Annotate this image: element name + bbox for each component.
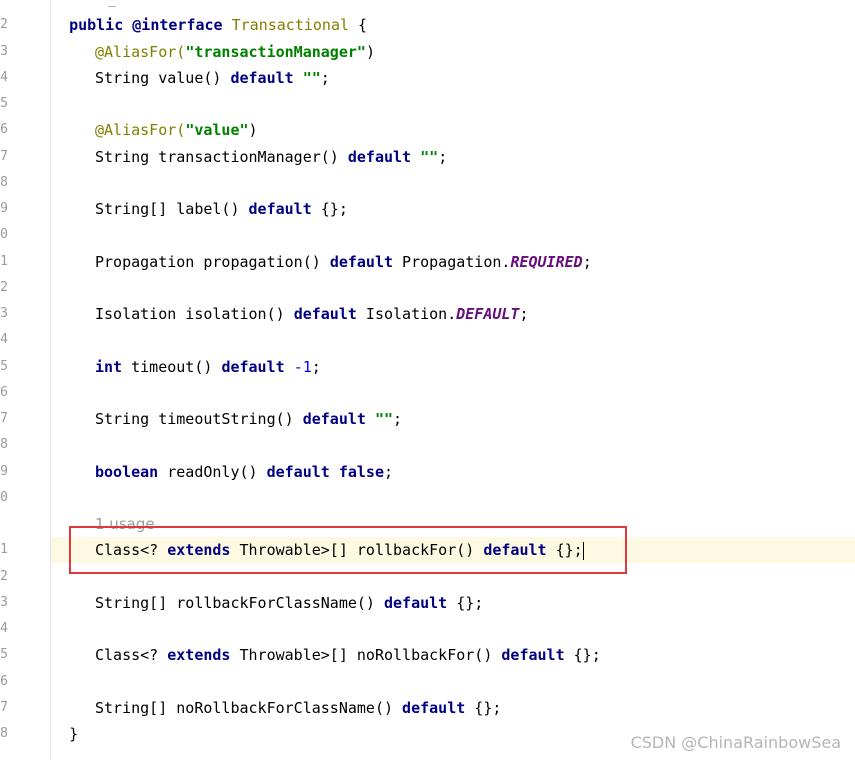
- code-line[interactable]: Class<? extends Throwable>[] noRollbackF…: [51, 642, 855, 668]
- code-line[interactable]: Propagation propagation() default Propag…: [51, 249, 855, 275]
- code-line[interactable]: String[] rollbackForClassName() default …: [51, 590, 855, 616]
- line-number: 7: [0, 411, 8, 426]
- fold-marker: [108, 0, 116, 7]
- line-number: 1: [0, 542, 8, 557]
- line-number: 2: [0, 569, 8, 584]
- line-number: 7: [0, 149, 8, 164]
- line-number: 5: [0, 647, 8, 662]
- watermark: CSDN @ChinaRainbowSea: [630, 733, 841, 752]
- line-number-gutter: 2 3 4 5 6 7 8 9 0 1 2 3 4 5 6 7 8 9 0 1 …: [0, 0, 51, 760]
- line-number: 3: [0, 595, 8, 610]
- line-number: 2: [0, 280, 8, 295]
- line-number: 3: [0, 306, 8, 321]
- code-line[interactable]: @AliasFor("value"): [51, 117, 855, 143]
- line-number: 5: [0, 96, 8, 111]
- code-line-interface-declaration[interactable]: public @interface Transactional {: [51, 12, 855, 38]
- highlight-annotation-box: [69, 526, 627, 574]
- line-number: 9: [0, 201, 8, 216]
- line-number: 7: [0, 700, 8, 715]
- line-number: 2: [0, 17, 8, 32]
- line-number: 8: [0, 726, 8, 741]
- code-line[interactable]: Isolation isolation() default Isolation.…: [51, 301, 855, 327]
- code-line[interactable]: String timeoutString() default "";: [51, 406, 855, 432]
- line-number: 4: [0, 332, 8, 347]
- line-number: 4: [0, 621, 8, 636]
- code-editor[interactable]: public @interface Transactional { @Alias…: [51, 0, 855, 760]
- line-number: 5: [0, 359, 8, 374]
- code-line[interactable]: int timeout() default -1;: [51, 354, 855, 380]
- code-line[interactable]: String[] label() default {};: [51, 196, 855, 222]
- code-line[interactable]: String value() default "";: [51, 65, 855, 91]
- line-number: 6: [0, 122, 8, 137]
- line-number: 0: [0, 227, 8, 242]
- code-line[interactable]: String transactionManager() default "";: [51, 144, 855, 170]
- line-number: 1: [0, 254, 8, 269]
- line-number: 6: [0, 674, 8, 689]
- code-line[interactable]: String[] noRollbackForClassName() defaul…: [51, 695, 855, 721]
- line-number: 3: [0, 44, 8, 59]
- line-number: 8: [0, 175, 8, 190]
- line-number: 9: [0, 464, 8, 479]
- line-number: 4: [0, 70, 8, 85]
- line-number: 8: [0, 437, 8, 452]
- code-line[interactable]: @AliasFor("transactionManager"): [51, 39, 855, 65]
- line-number: 0: [0, 490, 8, 505]
- code-line[interactable]: boolean readOnly() default false;: [51, 459, 855, 485]
- line-number: 6: [0, 385, 8, 400]
